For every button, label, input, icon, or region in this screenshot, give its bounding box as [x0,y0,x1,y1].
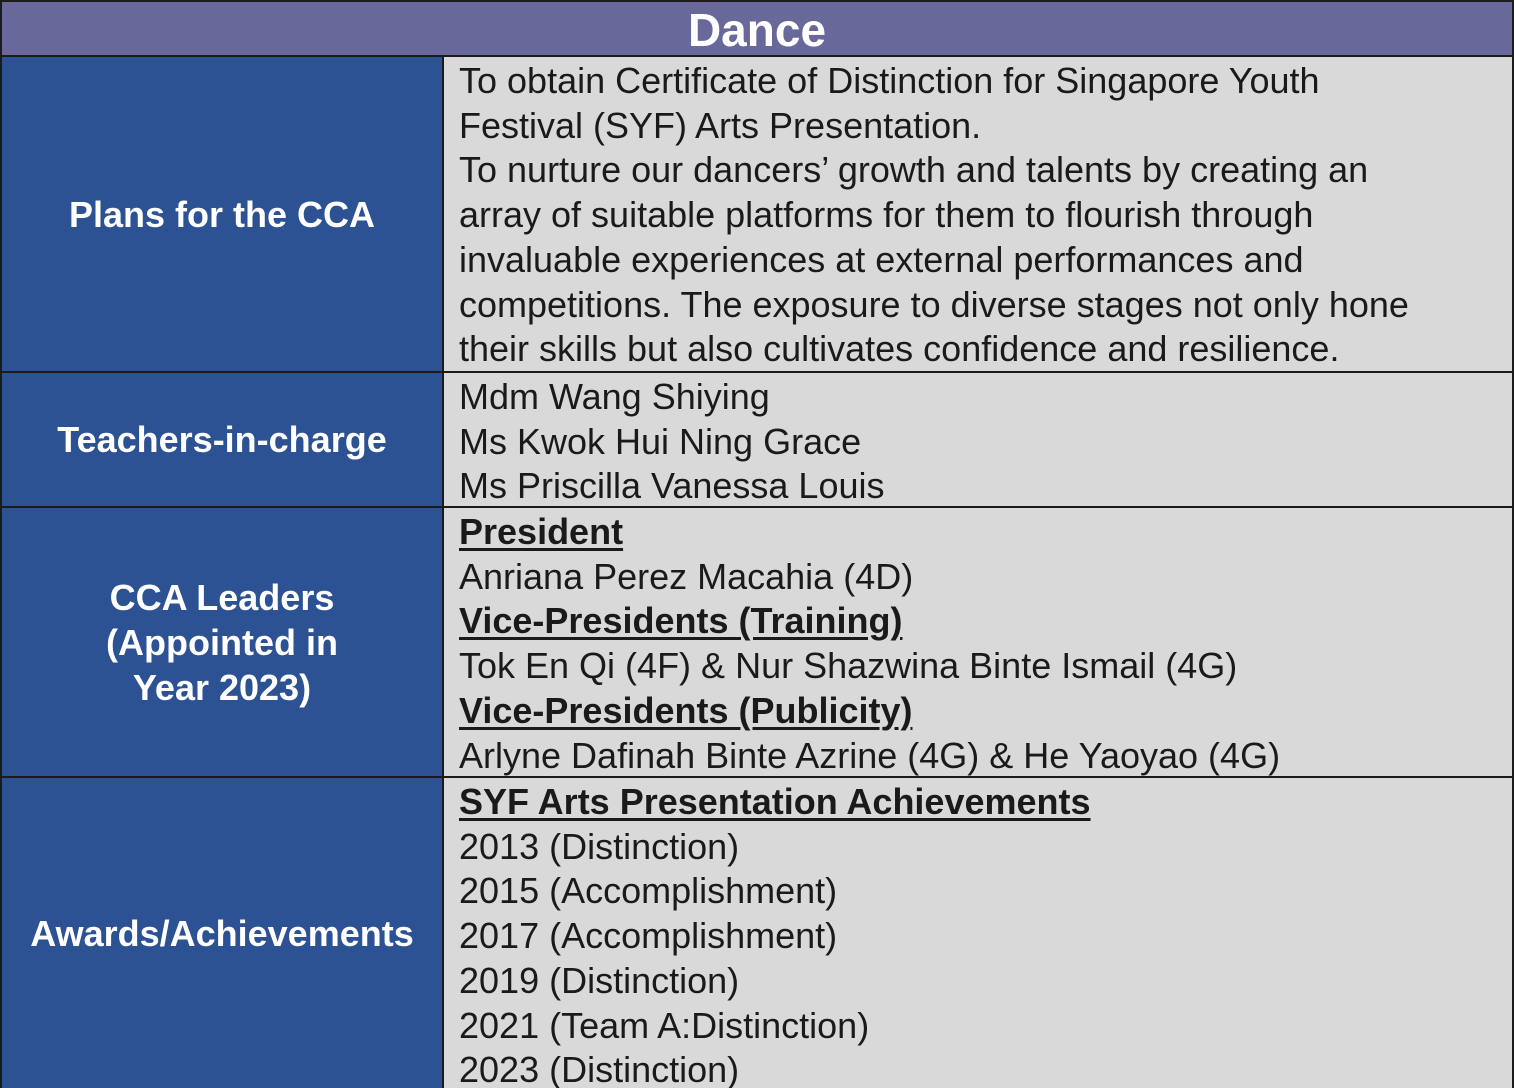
teachers-content: Mdm Wang Shiying Ms Kwok Hui Ning Grace … [444,373,1512,506]
vp-publicity-heading: Vice-Presidents (Publicity) [459,689,913,731]
president-name: Anriana Perez Macahia (4D) [459,555,914,597]
award-item: 2023 (Distinction) [459,1049,740,1088]
plans-line: To obtain Certificate of Distinction for… [459,60,1320,101]
row-label-cell: Teachers-in-charge [2,373,444,506]
title-bar: Dance [2,2,1512,57]
plans-line: array of suitable platforms for them to … [459,194,1314,236]
row-label-cell: CCA Leaders (Appointed in Year 2023) [2,508,444,776]
awards-content: SYF Arts Presentation Achievements 2013 … [444,778,1512,1088]
vp-training-heading: Vice-Presidents (Training) [459,600,903,642]
row-label-cell: Plans for the CCA [2,57,444,371]
table-row-leaders: CCA Leaders (Appointed in Year 2023) Pre… [2,508,1512,778]
page-title: Dance [687,3,827,56]
awards-heading: SYF Arts Presentation Achievements [459,781,1091,822]
row-label-plans: Plans for the CCA [68,193,376,235]
plans-line: competitions. The exposure to diverse st… [459,283,1409,325]
row-label-awards: Awards/Achievements [30,912,414,954]
teacher-name: Mdm Wang Shiying [459,376,770,417]
president-heading: President [459,511,624,552]
vp-publicity-names: Arlyne Dafinah Binte Azrine (4G) & He Ya… [459,734,1281,776]
row-label-leaders: CCA Leaders (Appointed in Year 2023) [106,576,338,708]
plans-line: To nurture our dancers’ growth and talen… [459,149,1369,191]
award-item: 2015 (Accomplishment) [459,870,838,912]
table-row-awards: Awards/Achievements SYF Arts Presentatio… [2,778,1512,1088]
leaders-content: President Anriana Perez Macahia (4D) Vic… [444,508,1512,776]
award-item: 2017 (Accomplishment) [459,915,838,957]
row-label-teachers: Teachers-in-charge [57,419,387,460]
cca-info-table: Dance Plans for the CCA To obtain Certif… [0,0,1514,1088]
award-item: 2019 (Distinction) [459,959,740,1001]
teacher-name: Ms Priscilla Vanessa Louis [459,465,885,506]
plans-line: Festival (SYF) Arts Presentation. [459,104,982,146]
teacher-name: Ms Kwok Hui Ning Grace [459,420,862,462]
plans-line: invaluable experiences at external perfo… [459,238,1304,280]
vp-training-names: Tok En Qi (4F) & Nur Shazwina Binte Isma… [459,645,1238,687]
award-item: 2013 (Distinction) [459,825,740,867]
table-row-plans: Plans for the CCA To obtain Certificate … [2,57,1512,373]
table-row-teachers: Teachers-in-charge Mdm Wang Shiying Ms K… [2,373,1512,508]
award-item: 2021 (Team A:Distinction) [459,1004,870,1046]
row-label-cell: Awards/Achievements [2,778,444,1088]
plans-content: To obtain Certificate of Distinction for… [444,57,1512,371]
plans-line: their skills but also cultivates confide… [459,328,1340,370]
